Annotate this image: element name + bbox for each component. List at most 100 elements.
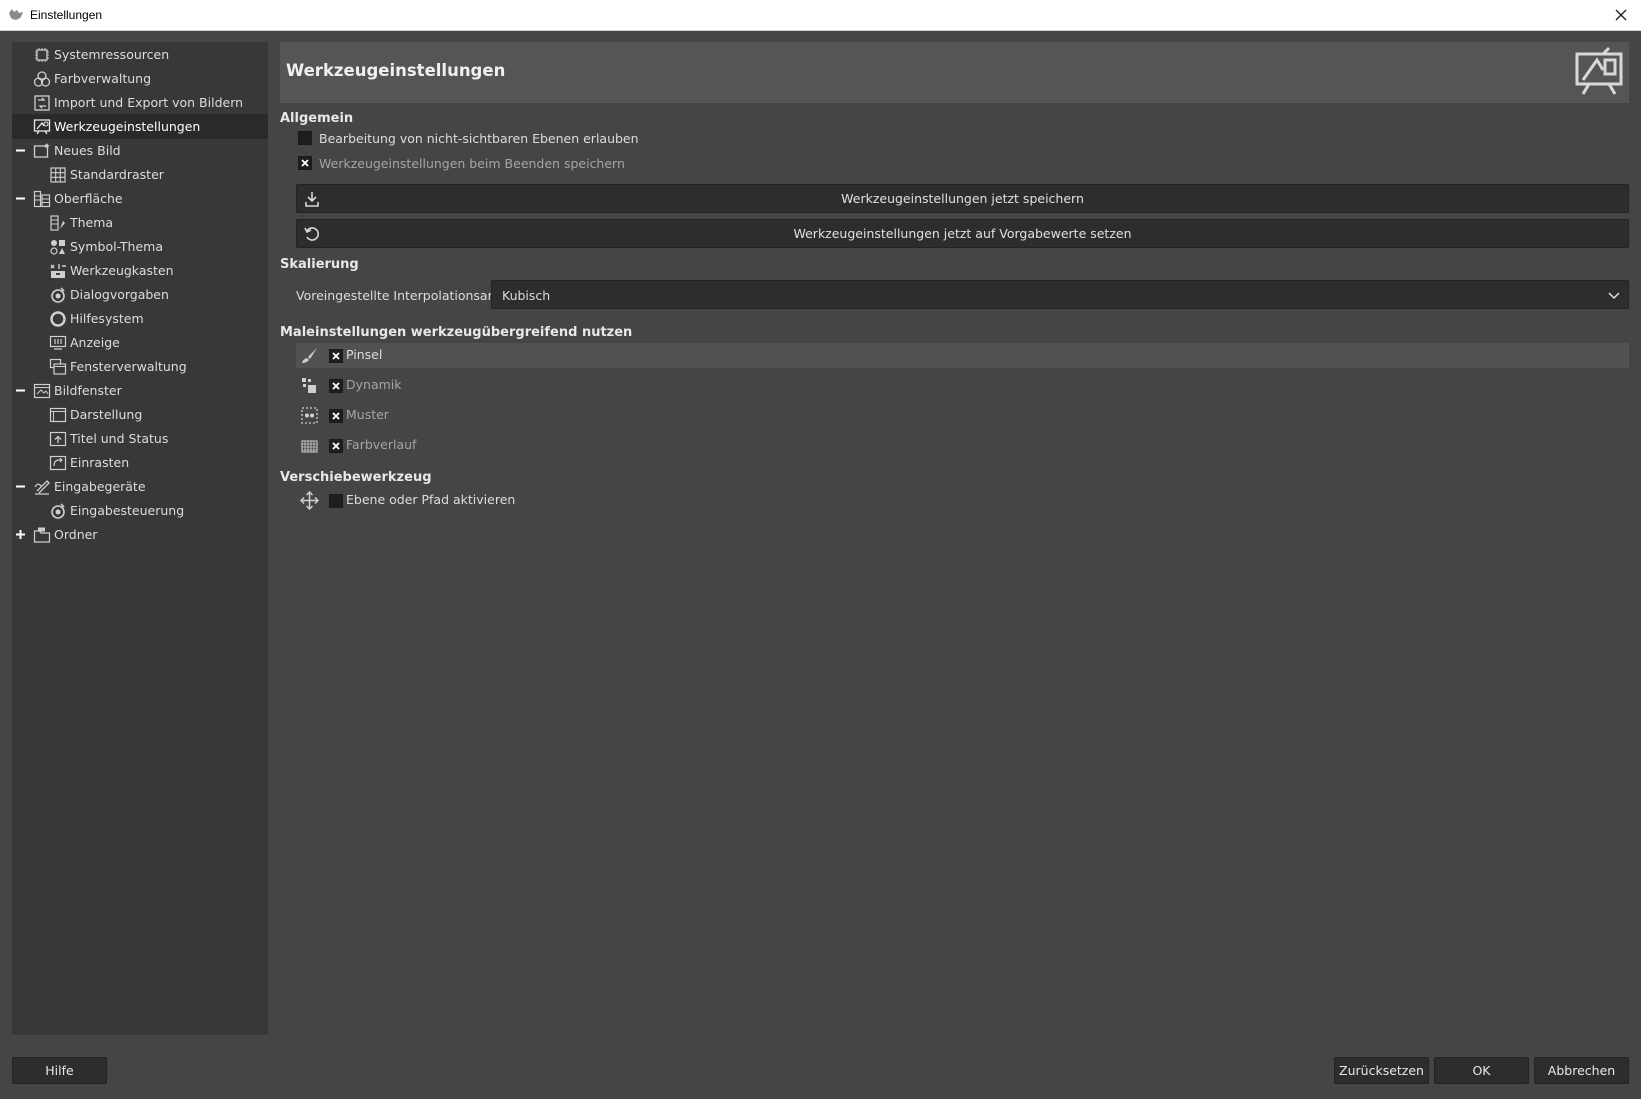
sidebar-item-label: Titel und Status <box>70 431 169 446</box>
save-download-icon <box>303 190 321 208</box>
section-paint-title: Maleinstellungen werkzeugübergreifend nu… <box>280 325 633 340</box>
icon-theme-icon <box>48 237 68 257</box>
share-gradient-checkbox[interactable] <box>329 439 343 453</box>
share-dynamics-checkbox[interactable] <box>329 379 343 393</box>
sidebar-item-eingabesteuerung[interactable]: Eingabesteuerung <box>12 498 268 523</box>
sidebar-item-standardraster[interactable]: Standardraster <box>12 162 268 187</box>
sidebar-item-thema[interactable]: Thema <box>12 210 268 235</box>
check-x-icon <box>332 442 340 450</box>
check-x-icon <box>332 382 340 390</box>
collapse-icon[interactable] <box>15 481 26 492</box>
folders-icon <box>32 525 52 545</box>
window-titlebar: Einstellungen <box>0 0 1641 31</box>
share-gradient-row[interactable]: Farbverlauf <box>296 433 1629 458</box>
chevron-down-icon <box>1608 289 1620 301</box>
sidebar-item-label: Anzeige <box>70 335 120 350</box>
close-icon[interactable] <box>1607 3 1635 27</box>
save-on-exit-label: Werkzeugeinstellungen beim Beenden speic… <box>319 155 625 171</box>
collapse-icon[interactable] <box>15 145 26 156</box>
display-icon <box>48 333 68 353</box>
window-title: Einstellungen <box>30 8 103 22</box>
import-export-icon <box>32 93 52 113</box>
sidebar-item-farbverwaltung[interactable]: Farbverwaltung <box>12 66 268 91</box>
preferences-tree: Systemressourcen Farbverwaltung Import u… <box>12 42 268 1035</box>
edit-invisible-layers-row[interactable]: Bearbeitung von nicht-sichtbaren Ebenen … <box>298 127 639 149</box>
grid-icon <box>48 165 68 185</box>
sidebar-item-label: Ordner <box>54 527 98 542</box>
share-pattern-checkbox[interactable] <box>329 409 343 423</box>
move-activate-checkbox[interactable] <box>329 494 343 508</box>
save-on-exit-row[interactable]: Werkzeugeinstellungen beim Beenden speic… <box>298 152 625 174</box>
share-dynamics-row[interactable]: Dynamik <box>296 373 1629 398</box>
reset-tool-options-button[interactable]: Werkzeugeinstellungen jetzt auf Vorgabew… <box>296 219 1629 248</box>
interpolation-value: Kubisch <box>502 288 551 303</box>
save-on-exit-checkbox[interactable] <box>298 156 312 170</box>
snapping-icon <box>48 453 68 473</box>
sidebar-item-label: Dialogvorgaben <box>70 287 169 302</box>
move-activate-row[interactable]: Ebene oder Pfad aktivieren <box>296 488 1629 513</box>
window-management-icon <box>48 357 68 377</box>
share-dynamics-label: Dynamik <box>346 377 402 392</box>
share-pattern-label: Muster <box>346 407 389 422</box>
ok-button[interactable]: OK <box>1434 1057 1529 1084</box>
help-button[interactable]: Hilfe <box>12 1057 107 1084</box>
collapse-icon[interactable] <box>15 193 26 204</box>
sidebar-item-systemressourcen[interactable]: Systemressourcen <box>12 42 268 67</box>
sidebar-item-werkzeugeinstellungen[interactable]: Werkzeugeinstellungen <box>12 114 268 139</box>
sidebar-item-hilfesystem[interactable]: Hilfesystem <box>12 306 268 331</box>
tool-options-panel: Werkzeugeinstellungen Allgemein Bearbeit… <box>280 42 1629 1035</box>
theme-icon <box>48 213 68 233</box>
input-devices-icon <box>32 477 52 497</box>
sidebar-item-label: Farbverwaltung <box>54 71 152 86</box>
share-gradient-label: Farbverlauf <box>346 437 417 452</box>
sidebar-item-titel-und-status[interactable]: Titel und Status <box>12 426 268 451</box>
check-x-icon <box>301 159 309 167</box>
sidebar-item-oberflaeche[interactable]: Oberfläche <box>12 186 268 211</box>
sidebar-item-label: Einrasten <box>70 455 130 470</box>
sidebar-item-fensterverwaltung[interactable]: Fensterverwaltung <box>12 354 268 379</box>
reset-button[interactable]: Zurücksetzen <box>1334 1057 1429 1084</box>
sidebar-item-label: Darstellung <box>70 407 143 422</box>
expand-icon[interactable] <box>15 529 26 540</box>
sidebar-item-label: Neues Bild <box>54 143 121 158</box>
color-circles-icon <box>32 69 52 89</box>
sidebar-item-label: Bildfenster <box>54 383 122 398</box>
edit-invisible-layers-checkbox[interactable] <box>298 131 312 145</box>
share-brush-checkbox[interactable] <box>329 349 343 363</box>
reset-arrow-icon <box>303 225 321 243</box>
tool-options-large-icon <box>1573 46 1625 98</box>
sidebar-item-label: Standardraster <box>70 167 164 182</box>
sidebar-item-ordner[interactable]: Ordner <box>12 522 268 547</box>
sidebar-item-darstellung[interactable]: Darstellung <box>12 402 268 427</box>
sidebar-item-label: Symbol-Thema <box>70 239 164 254</box>
move-activate-label: Ebene oder Pfad aktivieren <box>346 492 516 507</box>
sidebar-item-eingabegeraete[interactable]: Eingabegeräte <box>12 474 268 499</box>
share-brush-label: Pinsel <box>346 347 383 362</box>
lifebuoy-icon <box>48 309 68 329</box>
share-brush-row[interactable]: Pinsel <box>296 343 1629 368</box>
sidebar-item-label: Eingabesteuerung <box>70 503 185 518</box>
section-move-tool-title: Verschiebewerkzeug <box>280 470 432 485</box>
share-pattern-row[interactable]: Muster <box>296 403 1629 428</box>
sidebar-item-neues-bild[interactable]: Neues Bild <box>12 138 268 163</box>
sidebar-item-import-export[interactable]: Import und Export von Bildern <box>12 90 268 115</box>
save-tool-options-button[interactable]: Werkzeugeinstellungen jetzt speichern <box>296 184 1629 213</box>
sidebar-item-werkzeugkasten[interactable]: Werkzeugkasten <box>12 258 268 283</box>
sidebar-item-symbol-thema[interactable]: Symbol-Thema <box>12 234 268 259</box>
interpolation-dropdown[interactable]: Kubisch <box>491 280 1629 309</box>
move-tool-icon <box>299 490 320 511</box>
interpolation-label: Voreingestellte Interpolationsart: <box>296 288 502 303</box>
sidebar-item-bildfenster[interactable]: Bildfenster <box>12 378 268 403</box>
sidebar-item-label: Eingabegeräte <box>54 479 146 494</box>
sidebar-item-anzeige[interactable]: Anzeige <box>12 330 268 355</box>
collapse-icon[interactable] <box>15 385 26 396</box>
sidebar-item-einrasten[interactable]: Einrasten <box>12 450 268 475</box>
pattern-icon <box>300 406 319 425</box>
sidebar-item-dialogvorgaben[interactable]: Dialogvorgaben <box>12 282 268 307</box>
toolbox-icon <box>48 261 68 281</box>
sidebar-item-label: Hilfesystem <box>70 311 144 326</box>
cancel-button[interactable]: Abbrechen <box>1534 1057 1629 1084</box>
section-general-title: Allgemein <box>280 111 354 126</box>
tool-options-icon <box>32 117 52 137</box>
check-x-icon <box>332 352 340 360</box>
